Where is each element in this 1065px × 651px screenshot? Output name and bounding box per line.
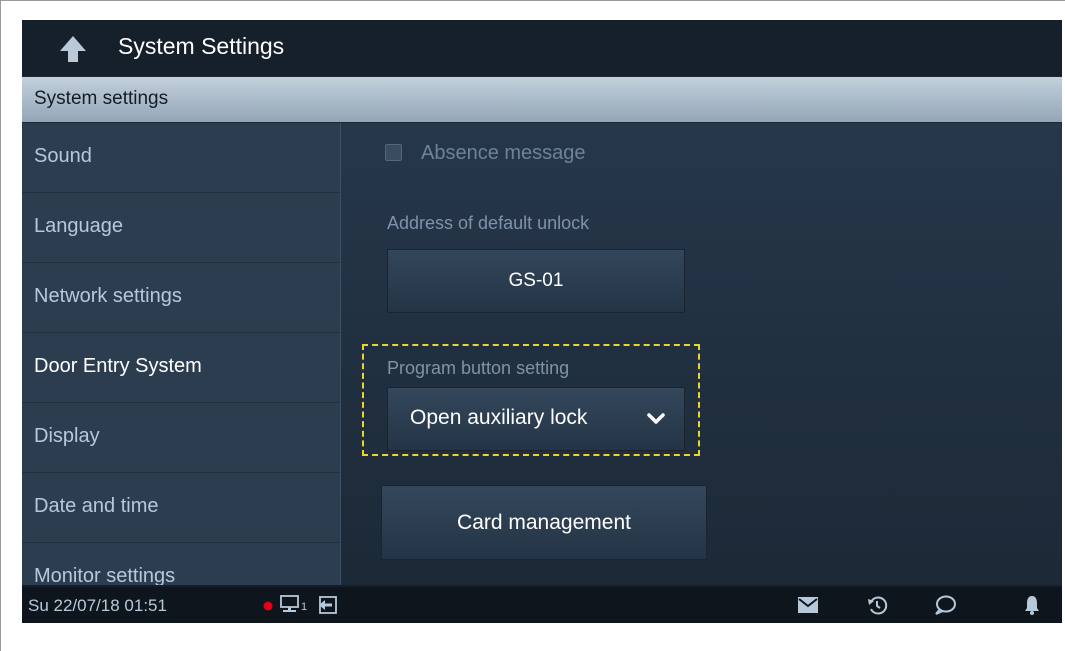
sidebar-item-label: Network settings [34,285,182,307]
program-button-value: Open auxiliary lock [410,406,588,429]
sidebar-item-monitor-settings[interactable]: Monitor settings [22,543,340,585]
page-title: System Settings [118,33,285,59]
sidebar: Sound Language Network settings Door Ent… [22,123,341,585]
history-icon[interactable] [866,594,888,616]
chevron-down-icon [647,413,665,424]
sidebar-item-label: Language [34,215,123,237]
section-header: System settings [22,77,1062,122]
card-management-button[interactable]: Card management [381,485,707,560]
default-unlock-value: GS-01 [508,270,564,291]
card-management-label: Card management [457,511,631,534]
default-unlock-label: Address of default unlock [387,213,590,233]
sidebar-item-date-and-time[interactable]: Date and time [22,473,340,543]
envelope-icon[interactable] [797,596,819,614]
program-button-dropdown[interactable]: Open auxiliary lock [387,387,685,451]
record-dot-icon [263,601,273,611]
exit-home-icon[interactable] [317,594,339,616]
back-arrow-icon [60,36,86,62]
monitor-icon [280,595,299,612]
sidebar-item-language[interactable]: Language [22,193,340,263]
sidebar-item-label: Display [34,425,100,447]
sidebar-item-door-entry-system[interactable]: Door Entry System [22,333,340,403]
monitor-indicator: 1 [279,594,313,616]
bell-icon[interactable] [1023,594,1041,616]
absence-message-checkbox[interactable] [385,144,402,161]
sidebar-item-network-settings[interactable]: Network settings [22,263,340,333]
section-title: System settings [34,88,169,109]
sidebar-item-label: Date and time [34,495,159,517]
datetime-display: Su 22/07/18 01:51 [28,596,167,615]
settings-content: Absence message Address of default unloc… [341,123,1062,585]
default-unlock-button[interactable]: GS-01 [387,249,685,313]
sidebar-item-display[interactable]: Display [22,403,340,473]
sidebar-item-sound[interactable]: Sound [22,123,340,193]
sidebar-item-label: Door Entry System [34,355,202,377]
sidebar-item-label: Monitor settings [34,565,176,585]
panel-screen: System Settings System settings Sound La… [22,20,1062,623]
title-bar: System Settings [22,20,1062,76]
chat-icon[interactable] [933,594,957,616]
absence-message-label: Absence message [421,142,586,164]
monitor-index: 1 [301,601,308,613]
status-bar: Su 22/07/18 01:51 1 [22,587,1062,623]
sidebar-item-label: Sound [34,145,92,167]
program-button-label: Program button setting [387,358,570,378]
back-button[interactable] [56,34,90,64]
